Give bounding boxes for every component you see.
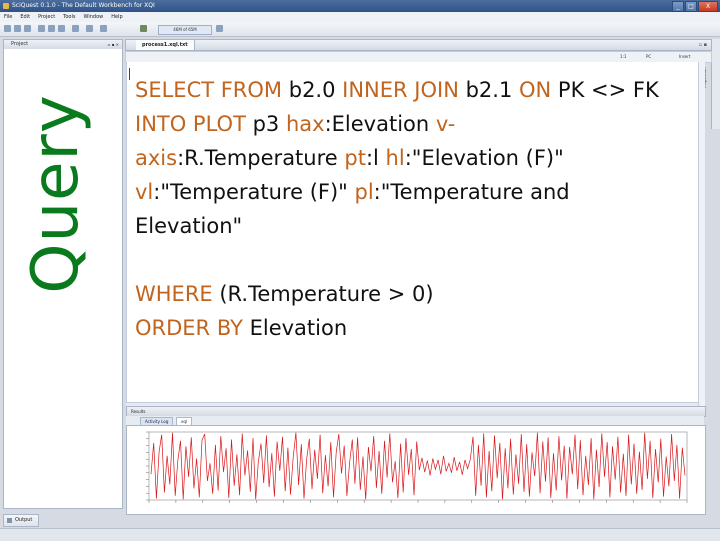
menu-help[interactable]: Help [107, 12, 126, 22]
editor-tab-controls[interactable]: ▫ ▪ [699, 40, 707, 50]
save-icon[interactable] [24, 25, 31, 32]
editor-tab-bar: process1.xql.txt ▫ ▪ [125, 39, 712, 51]
keyword-token: ORDER BY [135, 316, 243, 340]
menu-file[interactable]: File [0, 12, 16, 22]
keyword-token: WHERE [135, 282, 213, 306]
insert-mode: Insert [679, 54, 691, 59]
maximize-button[interactable]: □ [685, 1, 697, 12]
keyword-token: v- [435, 112, 456, 136]
code-line: SELECT FROM b2.0 INNER JOIN b2.1 ON PK <… [135, 73, 695, 107]
code-line: axis:R.Temperature pt:l hl:"Elevation (F… [135, 141, 695, 175]
keyword-token: vl [135, 180, 154, 204]
platform-indicator: PC [646, 54, 652, 59]
keyword-token: axis [135, 146, 178, 170]
text-token: :R.Temperature [177, 146, 345, 170]
output-label: Output [15, 517, 33, 523]
keyword-token: hl [385, 146, 405, 170]
cut-icon[interactable] [38, 25, 45, 32]
keyword-token: ON [519, 78, 552, 102]
text-token: p3 [245, 112, 286, 136]
menu-project[interactable]: Project [34, 12, 59, 22]
window-controls: _ □ X [672, 1, 718, 12]
plot-svg [146, 431, 688, 503]
plot-frame [148, 431, 688, 501]
code-line: WHERE (R.Temperature > 0) [135, 277, 695, 311]
window-title: SciQuest 0.1.0 - The Default Workbench f… [12, 2, 155, 9]
new-file-icon[interactable] [4, 25, 11, 32]
results-tab-bar: Activity Log xql [126, 416, 704, 426]
keyword-token: SELECT FROM [135, 78, 283, 102]
code-line: Elevation" [135, 209, 695, 243]
menu-bar: File Edit Project Tools Window Help [0, 12, 720, 22]
status-bar [0, 528, 720, 541]
redo-icon[interactable] [86, 25, 93, 32]
trash-icon[interactable] [216, 25, 223, 32]
code-line: INTO PLOT p3 hax:Elevation v- [135, 107, 695, 141]
text-token: b2.0 [282, 78, 343, 102]
output-icon [7, 518, 12, 523]
toolbar: 46M of 65M [0, 22, 720, 37]
code-line: ORDER BY Elevation [135, 311, 695, 345]
memory-indicator: 46M of 65M [158, 25, 212, 35]
minimize-button[interactable]: _ [672, 1, 684, 12]
query-text[interactable]: SELECT FROM b2.0 INNER JOIN b2.1 ON PK <… [135, 73, 695, 345]
keyword-token: pl [354, 180, 374, 204]
keyword-token: INTO PLOT [135, 112, 246, 136]
paste-icon[interactable] [58, 25, 65, 32]
search-icon[interactable] [100, 25, 107, 32]
copy-icon[interactable] [48, 25, 55, 32]
menu-tools[interactable]: Tools [59, 12, 79, 22]
close-button[interactable]: X [698, 1, 718, 12]
tab-process1[interactable]: process1.xql.txt [136, 40, 195, 50]
results-label: Results [131, 409, 146, 414]
text-token: :"Elevation (F)" [404, 146, 564, 170]
keyword-token: INNER JOIN [342, 78, 459, 102]
text-token: :"Temperature and [373, 180, 570, 204]
output-tab[interactable]: Output [3, 514, 39, 527]
project-panel: Query [3, 49, 123, 509]
code-line: vl:"Temperature (F)" pl:"Temperature and [135, 175, 695, 209]
keyword-token: hax [285, 112, 325, 136]
menu-window[interactable]: Window [80, 12, 108, 22]
text-token: Elevation" [135, 214, 243, 238]
slide-title-container: Query [4, 49, 108, 339]
keyword-token: pt [344, 146, 366, 170]
text-token: Elevation [242, 316, 348, 340]
text-token: b2.1 [458, 78, 519, 102]
slide-title: Query [19, 94, 93, 294]
project-panel-label: Project [11, 41, 29, 47]
cursor-position: 1:1 [620, 54, 627, 59]
editor-vertical-scrollbar[interactable] [698, 62, 705, 406]
inspection-panel-strip[interactable]: Inspection [702, 39, 720, 129]
undo-icon[interactable] [72, 25, 79, 32]
text-token: :"Temperature (F)" [153, 180, 355, 204]
text-token: (R.Temperature > 0) [212, 282, 434, 306]
app-icon [3, 3, 9, 9]
run-query-icon[interactable] [140, 25, 147, 32]
menu-edit[interactable]: Edit [16, 12, 34, 22]
text-token: :l [365, 146, 386, 170]
query-editor[interactable]: SELECT FROM b2.0 INNER JOIN b2.1 ON PK <… [126, 62, 705, 402]
open-icon[interactable] [14, 25, 21, 32]
text-token: :Elevation [324, 112, 436, 136]
title-bar: SciQuest 0.1.0 - The Default Workbench f… [0, 0, 720, 12]
project-panel-controls[interactable]: ▫ ▪ × [108, 40, 119, 49]
results-plot [126, 425, 706, 515]
text-cursor [129, 68, 130, 80]
text-token: PK <> FK [551, 78, 659, 102]
